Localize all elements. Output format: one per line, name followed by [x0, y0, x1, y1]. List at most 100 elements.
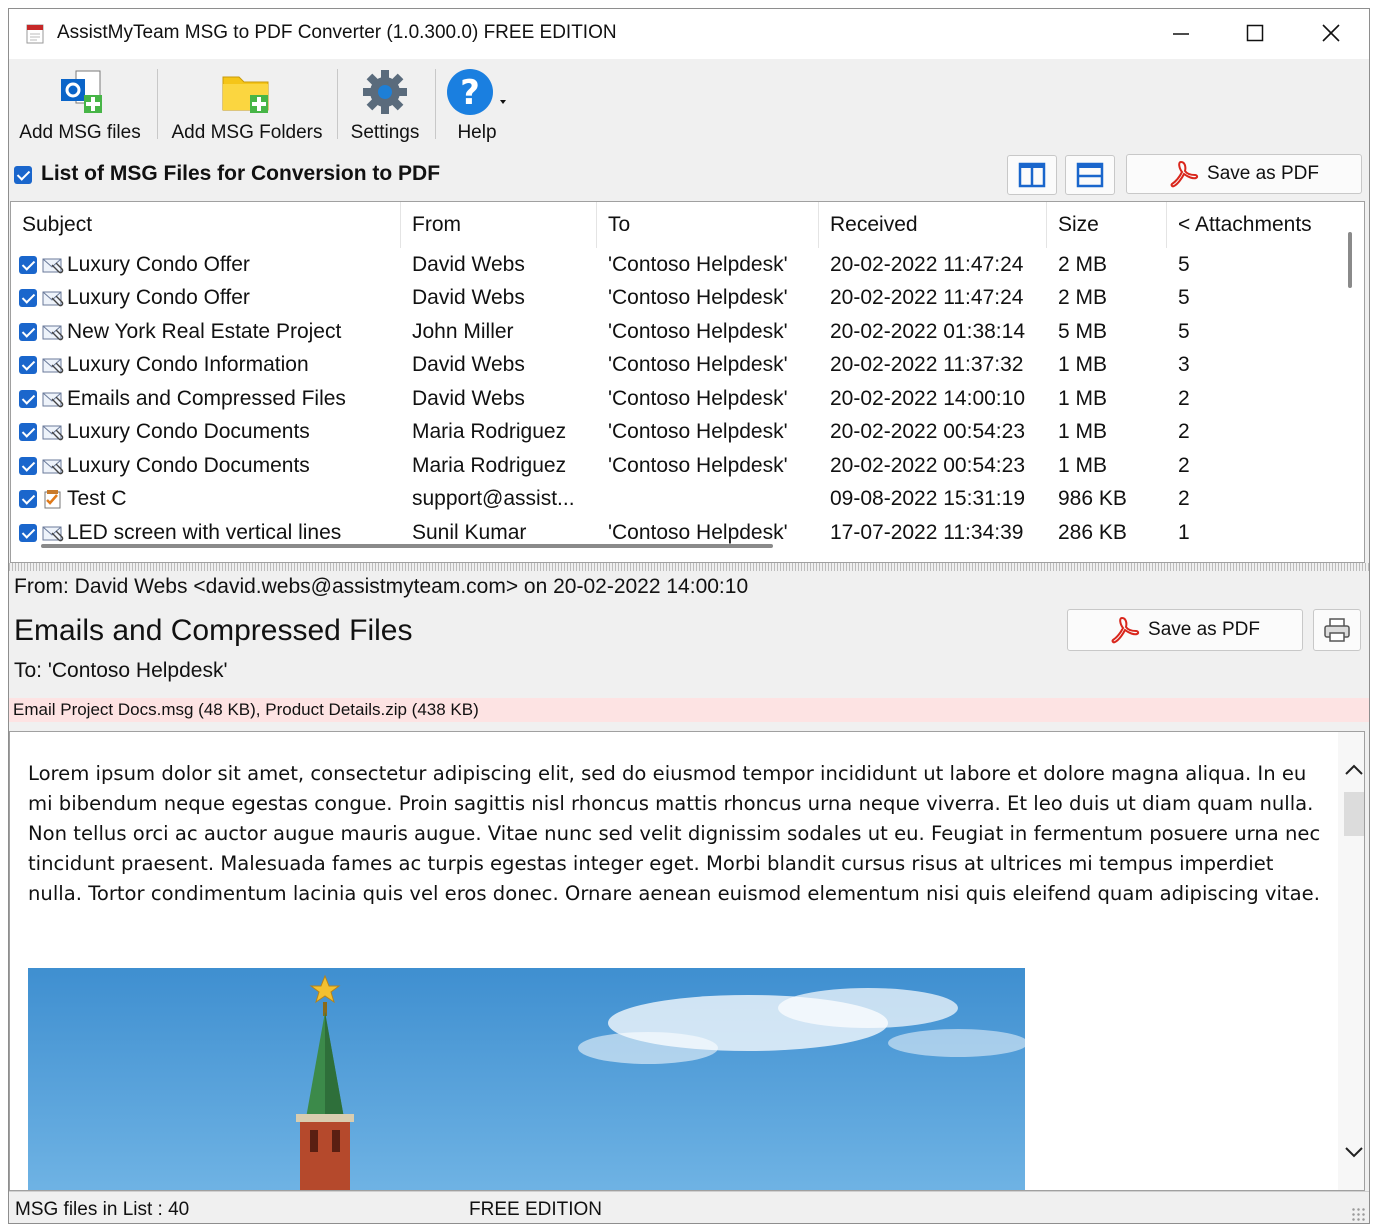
save-as-pdf-label: Save as PDF — [1207, 163, 1319, 184]
cell-size: 1 MB — [1058, 353, 1108, 377]
column-header-from[interactable]: From — [401, 202, 597, 248]
mail-attachment-icon — [42, 392, 64, 407]
select-all-checkbox[interactable] — [14, 166, 32, 184]
mail-attachment-icon — [42, 526, 64, 541]
cell-size: 1 MB — [1058, 420, 1108, 444]
preview-to: To: 'Contoso Helpdesk' — [14, 659, 228, 682]
table-row[interactable]: Luxury Condo Offer David Webs 'Contoso Hel… — [11, 248, 1341, 282]
column-header-attachments[interactable]: < Attachments — [1167, 202, 1341, 248]
cell-from: John Miller — [412, 319, 514, 343]
gear-icon — [363, 70, 407, 114]
row-checkbox[interactable] — [19, 523, 37, 542]
svg-text:?: ? — [460, 73, 480, 113]
column-header-to[interactable]: To — [597, 202, 819, 248]
add-msg-files-label: Add MSG files — [19, 122, 141, 143]
row-checkbox[interactable] — [19, 356, 37, 375]
table-row[interactable]: Test C support@assist... 09-08-2022 15:31:… — [11, 483, 1341, 517]
cell-received: 20-02-2022 11:47:24 — [830, 286, 1024, 310]
table-body: Luxury Condo Offer David Webs 'Contoso Hel… — [11, 248, 1341, 550]
table-row[interactable]: Luxury Condo Information David Webs 'Conto… — [11, 349, 1341, 383]
table-row[interactable]: Luxury Condo Documents Maria Rodriguez 'Co… — [11, 449, 1341, 483]
subject-text: Luxury Condo Documents — [67, 453, 310, 477]
cell-received: 20-02-2022 14:00:10 — [830, 386, 1025, 410]
title-bar: AssistMyTeam MSG to PDF Converter (1.0.3… — [9, 9, 1369, 59]
body-scrollbar-thumb[interactable] — [1344, 792, 1364, 836]
row-checkbox[interactable] — [19, 423, 37, 442]
outlook-add-icon — [61, 70, 102, 113]
cell-from: David Webs — [412, 286, 525, 310]
attachments-bar[interactable]: Email Project Docs.msg (48 KB), Product … — [9, 698, 1369, 722]
msg-file-table: Subject From To Received Size < Attachme… — [10, 201, 1365, 563]
row-checkbox[interactable] — [19, 289, 37, 308]
preview-save-as-pdf-label: Save as PDF — [1148, 619, 1260, 640]
table-row[interactable]: Luxury Condo Offer David Webs 'Contoso Hel… — [11, 282, 1341, 316]
scroll-down-icon[interactable] — [1344, 1146, 1364, 1160]
save-as-pdf-button[interactable]: Save as PDF — [1126, 154, 1362, 194]
row-checkbox[interactable] — [19, 322, 37, 341]
cell-to: 'Contoso Helpdesk' — [608, 520, 788, 544]
add-msg-folders-button[interactable]: Add MSG Folders — [167, 64, 327, 149]
cell-received: 20-02-2022 00:54:23 — [830, 453, 1025, 477]
column-header-size[interactable]: Size — [1047, 202, 1167, 248]
mail-attachment-icon — [42, 459, 64, 474]
scroll-up-icon[interactable] — [1344, 762, 1364, 776]
table-row[interactable]: Luxury Condo Documents Maria Rodriguez 'Co… — [11, 416, 1341, 450]
add-msg-folders-label: Add MSG Folders — [171, 122, 323, 143]
settings-button[interactable]: Settings — [345, 64, 425, 149]
preview-save-as-pdf-button[interactable]: Save as PDF — [1067, 609, 1303, 651]
close-button[interactable] — [1301, 9, 1361, 57]
table-header: Subject From To Received Size < Attachme… — [11, 202, 1341, 248]
cell-to: 'Contoso Helpdesk' — [608, 453, 788, 477]
cell-received: 17-07-2022 11:34:39 — [830, 520, 1024, 544]
maximize-button[interactable] — [1225, 9, 1285, 57]
cell-from: David Webs — [412, 252, 525, 276]
subject-text: Luxury Condo Information — [67, 353, 309, 377]
printer-icon — [1324, 618, 1350, 642]
preview-subject: Emails and Compressed Files — [14, 614, 413, 647]
table-horizontal-scrollbar[interactable] — [41, 544, 773, 548]
cell-to: 'Contoso Helpdesk' — [608, 386, 788, 410]
minimize-button[interactable] — [1151, 9, 1211, 57]
folder-add-icon — [222, 76, 269, 113]
cell-attachments: 1 — [1178, 520, 1190, 544]
row-checkbox[interactable] — [19, 389, 37, 408]
subject-text: Luxury Condo Offer — [67, 286, 250, 310]
add-msg-files-button[interactable]: Add MSG files — [16, 64, 144, 149]
maximize-icon — [1246, 24, 1264, 42]
vertical-layout-button[interactable] — [1007, 155, 1057, 195]
print-button[interactable] — [1313, 609, 1361, 651]
mail-attachment-icon — [42, 358, 64, 374]
cell-to: 'Contoso Helpdesk' — [608, 353, 788, 377]
cell-subject: Luxury Condo Offer — [11, 253, 401, 277]
toolbar-separator — [337, 69, 338, 139]
column-header-received[interactable]: Received — [819, 202, 1047, 248]
file-count-status: MSG files in List : 40 — [15, 1199, 190, 1220]
table-row[interactable]: New York Real Estate Project John Miller '… — [11, 315, 1341, 349]
subject-text: New York Real Estate Project — [67, 319, 342, 343]
resize-grip[interactable] — [1351, 1207, 1365, 1221]
mail-attachment-icon — [42, 425, 64, 441]
cell-from: David Webs — [412, 353, 525, 377]
table-vertical-scrollbar[interactable] — [1348, 232, 1352, 288]
row-checkbox[interactable] — [19, 490, 37, 509]
cell-to: 'Contoso Helpdesk' — [608, 286, 788, 310]
body-vertical-scrollbar[interactable] — [1338, 732, 1364, 1190]
table-row[interactable]: Emails and Compressed Files David Webs 'Co… — [11, 382, 1341, 416]
cell-to: 'Contoso Helpdesk' — [608, 319, 788, 343]
cell-subject: Luxury Condo Information — [11, 353, 401, 377]
cell-received: 20-02-2022 00:54:23 — [830, 420, 1025, 444]
cell-to: 'Contoso Helpdesk' — [608, 420, 788, 444]
row-checkbox[interactable] — [19, 456, 37, 475]
cell-size: 2 MB — [1058, 252, 1108, 276]
pane-splitter[interactable] — [9, 563, 1369, 571]
horizontal-layout-button[interactable] — [1065, 155, 1115, 195]
minimize-icon — [1173, 33, 1189, 35]
settings-label: Settings — [350, 122, 420, 143]
edition-status: FREE EDITION — [469, 1199, 603, 1220]
close-icon — [1322, 24, 1340, 42]
cell-from: Maria Rodriguez — [412, 453, 567, 477]
column-header-subject[interactable]: Subject — [11, 202, 401, 248]
row-checkbox[interactable] — [19, 255, 37, 274]
cell-subject: LED screen with vertical lines — [11, 521, 401, 545]
help-button[interactable]: ? Help — [441, 64, 513, 149]
